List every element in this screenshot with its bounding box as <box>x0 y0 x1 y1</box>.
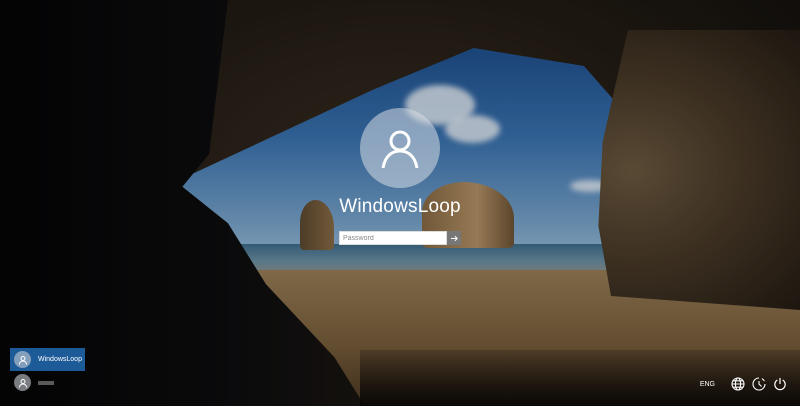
network-icon <box>731 377 745 391</box>
password-input[interactable] <box>339 231 447 245</box>
network-button[interactable] <box>730 376 746 392</box>
ease-of-access-button[interactable] <box>751 376 767 392</box>
power-button[interactable] <box>772 376 788 392</box>
submit-password-button[interactable] <box>447 231 461 245</box>
password-row <box>339 231 461 245</box>
user-list-item-label: WindowsLoop <box>38 356 82 363</box>
input-language-indicator[interactable]: ENG <box>700 381 715 388</box>
arrow-right-icon <box>450 235 458 241</box>
power-icon <box>774 378 786 391</box>
user-list-item-windowsloop[interactable]: WindowsLoop <box>10 348 85 371</box>
user-list-item-other[interactable] <box>10 371 85 394</box>
avatar <box>14 351 31 368</box>
avatar <box>14 374 31 391</box>
user-icon <box>381 130 419 169</box>
user-icon <box>18 378 27 388</box>
system-controls: ENG <box>700 376 788 392</box>
redacted-username <box>38 380 54 385</box>
user-avatar-large <box>360 108 440 188</box>
ease-of-access-icon <box>752 377 766 391</box>
user-icon <box>18 355 27 365</box>
username-title: WindowsLoop <box>339 196 461 217</box>
